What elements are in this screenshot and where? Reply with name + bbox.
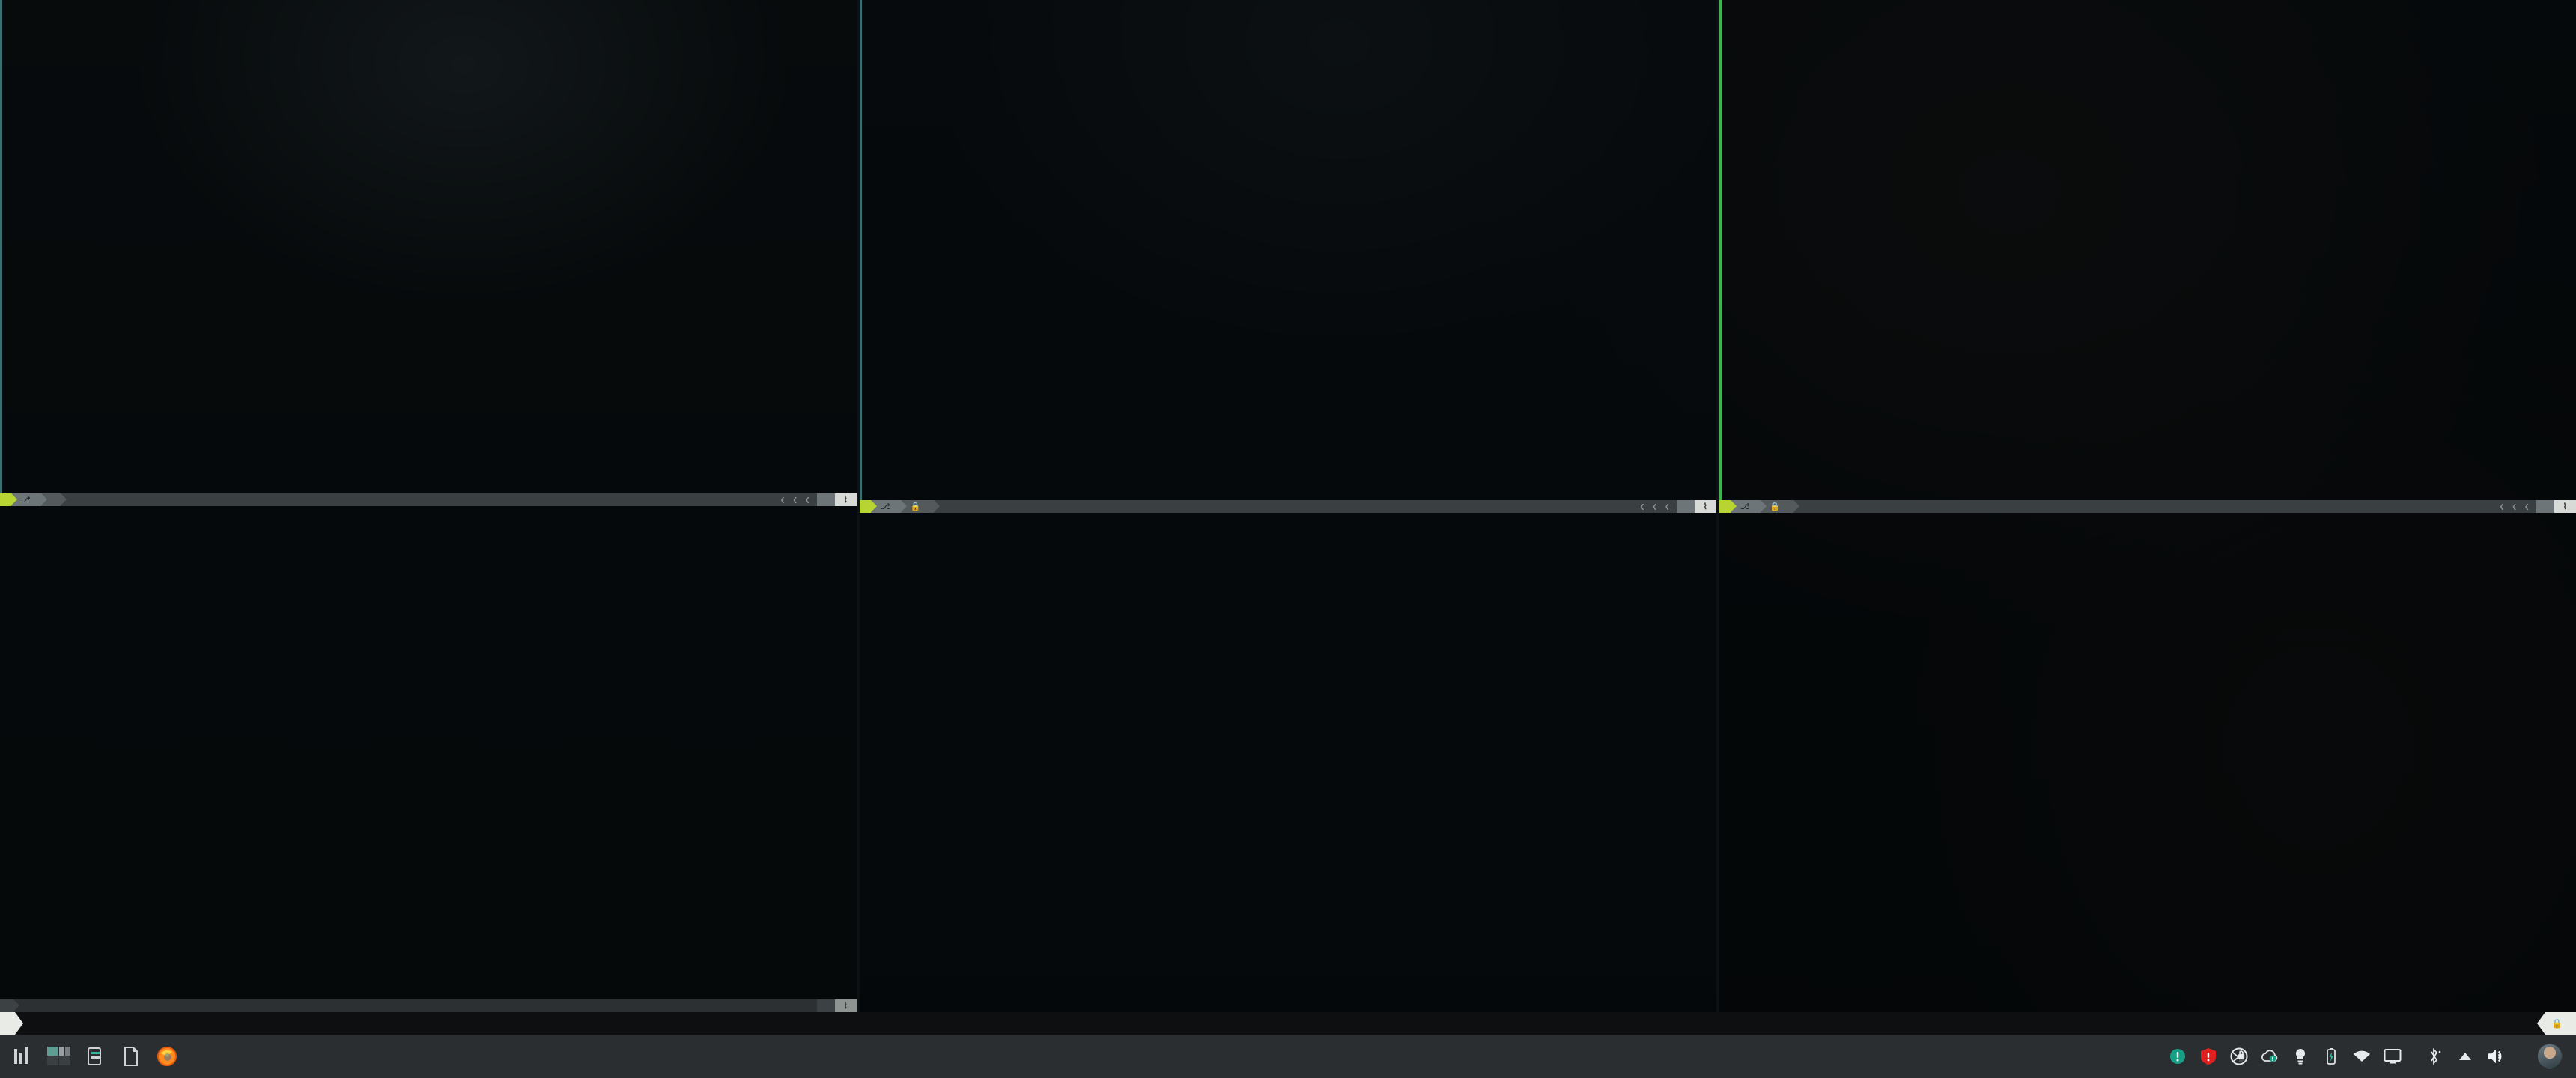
- cursor-position-right: ⌇: [2554, 499, 2576, 513]
- scroll-percent-middle: [1676, 499, 1695, 513]
- statusline-middle-markdown[interactable]: ⎇ 🔒 ❮ ❮ ❮ ⌇: [860, 499, 1716, 513]
- git-branch-icon: ⎇: [1740, 501, 1750, 511]
- document-icon[interactable]: [118, 1044, 144, 1069]
- statusline-right-markdown[interactable]: ⎇ 🔒 ❮ ❮ ❮ ⌇: [1719, 499, 2576, 513]
- pane-left-vim: ⎇ ❮ ❮ ❮ ⌇ ⌇: [0, 0, 857, 1012]
- statusline-middle-meta: ❮ ❮ ❮: [1635, 499, 1677, 513]
- markdown-lines-left: [0, 1, 857, 2]
- tmux-window: ⎇ ❮ ❮ ❮ ⌇ ⌇ ⎇ 🔒 ❮ ❮ ❮ ⌇ ⎇ 🔒 ❮ ❮ ❮ ⌇ 🔒: [0, 0, 2576, 1035]
- taskbar[interactable]: [0, 1035, 2576, 1078]
- pager-icon[interactable]: [46, 1044, 72, 1069]
- pane-right[interactable]: ⎇ 🔒 ❮ ❮ ❮ ⌇: [1719, 0, 2576, 1012]
- tmux-status-right: 🔒: [2537, 1012, 2576, 1035]
- markdown-lines-right: [1719, 1, 2576, 2]
- keepassxc-icon[interactable]: [2229, 1047, 2249, 1066]
- taskbar-launchers: [0, 1044, 187, 1069]
- vim-mode-indicator: [0, 493, 17, 506]
- vim-mode-indicator-right: [1719, 499, 1737, 513]
- security-shield-icon[interactable]: [2199, 1047, 2218, 1066]
- python-lines-left: [0, 507, 857, 508]
- scroll-percent-right: [2536, 499, 2554, 513]
- nextcloud-sync-icon[interactable]: [2260, 1047, 2279, 1066]
- pane-left-active-marker: [0, 0, 2, 493]
- cursor-position-middle: ⌇: [1694, 499, 1716, 513]
- update-icon[interactable]: [2168, 1047, 2187, 1066]
- bluetooth-icon[interactable]: [2425, 1047, 2444, 1066]
- battery-icon[interactable]: [2321, 1047, 2341, 1066]
- avatar[interactable]: [2537, 1044, 2563, 1069]
- pane-right-active-marker: [1719, 0, 1722, 500]
- kickoff-icon[interactable]: [10, 1044, 36, 1069]
- statusline-middle-spacer: [934, 499, 1636, 513]
- lock-icon: 🔒: [1770, 501, 1781, 511]
- pane-right-vim: ⎇ 🔒 ❮ ❮ ❮ ⌇: [1719, 0, 2576, 1012]
- statusline-left-meta: ❮ ❮ ❮: [776, 493, 817, 506]
- volume-icon[interactable]: [2486, 1047, 2506, 1066]
- statusline-right-meta: ❮ ❮ ❮: [2495, 499, 2536, 513]
- scroll-percent: [816, 493, 835, 506]
- pane-middle[interactable]: ⎇ 🔒 ❮ ❮ ❮ ⌇: [860, 0, 1716, 1012]
- display-icon[interactable]: [2383, 1047, 2402, 1066]
- python-file-path-segment: [0, 999, 19, 1012]
- python-lines-middle: [860, 514, 1716, 515]
- python-lines-right: [1719, 514, 2576, 515]
- pane-middle-markdown-buffer[interactable]: [860, 0, 1716, 500]
- pane-left[interactable]: ⎇ ❮ ❮ ❮ ⌇ ⌇: [0, 0, 857, 1012]
- cursor-position: ⌇: [834, 493, 857, 506]
- pane-middle-python-buffer[interactable]: [860, 513, 1716, 1013]
- firefox-icon[interactable]: [154, 1044, 180, 1069]
- markdown-lines-middle: [860, 1, 1716, 2]
- statusline-left-markdown[interactable]: ⎇ ❮ ❮ ❮ ⌇: [0, 493, 857, 506]
- line-column-icon: ⌇: [2563, 501, 2567, 511]
- vim-mode-indicator-middle: [860, 499, 877, 513]
- line-column-icon: ⌇: [843, 495, 848, 505]
- system-tray: [2168, 1044, 2576, 1069]
- clipboard-icon[interactable]: [82, 1044, 108, 1069]
- statusline-left-python[interactable]: ⌇: [0, 999, 857, 1012]
- show-hidden-icon[interactable]: [2455, 1047, 2475, 1066]
- lock-icon: 🔒: [2551, 1018, 2563, 1029]
- statusline-left-python-spacer: [13, 999, 817, 1012]
- tmux-status-left: [0, 1012, 23, 1035]
- tmux-session-indicator[interactable]: [0, 1012, 23, 1035]
- git-branch-icon: ⎇: [881, 501, 890, 511]
- lock-icon: 🔒: [910, 501, 921, 511]
- tmux-status-bar[interactable]: 🔒: [0, 1012, 2576, 1035]
- pane-middle-vim: ⎇ 🔒 ❮ ❮ ❮ ⌇: [860, 0, 1716, 1012]
- git-branch-icon: ⎇: [21, 495, 31, 505]
- tmux-pane-grid: ⎇ ❮ ❮ ❮ ⌇ ⌇ ⎇ 🔒 ❮ ❮ ❮ ⌇ ⎇ 🔒 ❮ ❮ ❮ ⌇: [0, 0, 2576, 1012]
- bulb-icon[interactable]: [2291, 1047, 2310, 1066]
- statusline-right-spacer: [1793, 499, 2496, 513]
- pane-left-python-buffer[interactable]: [0, 506, 857, 999]
- python-cursor-position: ⌇: [834, 999, 857, 1012]
- pane-left-markdown-buffer[interactable]: [0, 0, 857, 493]
- statusline-left-spacer: [60, 493, 777, 506]
- pane-right-markdown-buffer[interactable]: [1719, 0, 2576, 500]
- wifi-icon[interactable]: [2352, 1047, 2372, 1066]
- tmux-hostname-indicator: 🔒: [2537, 1012, 2576, 1035]
- python-line-column-icon: ⌇: [843, 1001, 848, 1011]
- pane-right-python-buffer[interactable]: [1719, 513, 2576, 1013]
- pane-middle-active-marker: [860, 0, 862, 500]
- python-scroll-percent: [816, 999, 835, 1012]
- line-column-icon: ⌇: [1703, 501, 1707, 511]
